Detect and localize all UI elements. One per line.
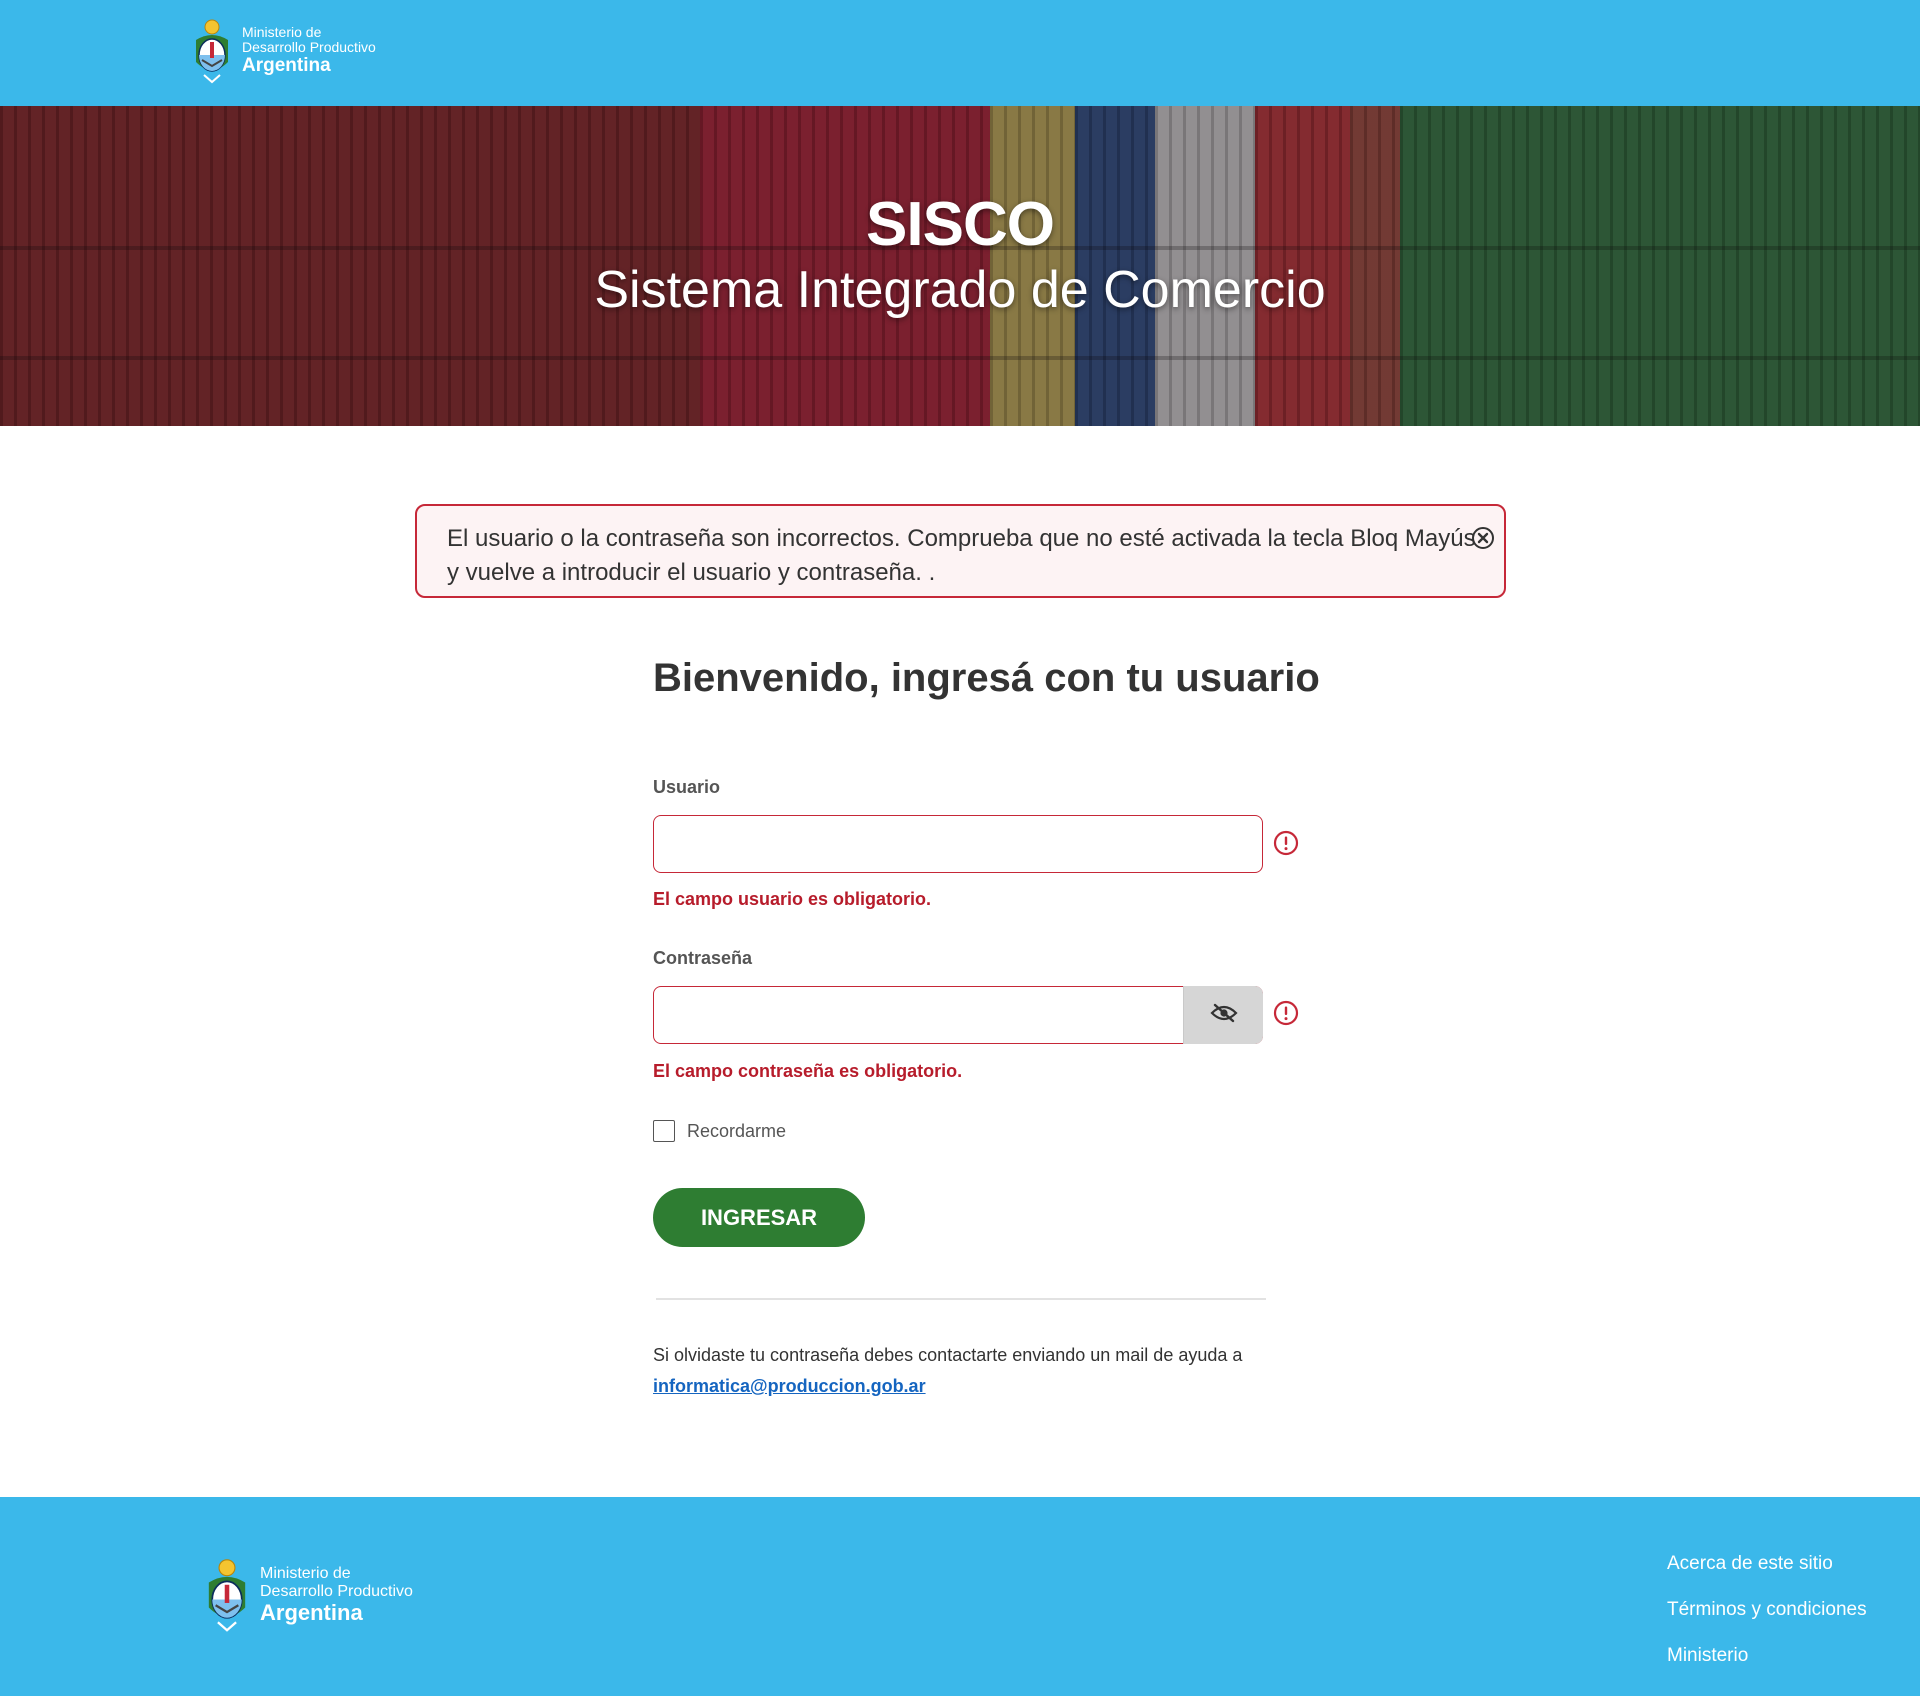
- footer-nav: Acerca de este sitio Términos y condicio…: [1667, 1541, 1867, 1679]
- exclamation-circle-icon: [1273, 1000, 1299, 1026]
- footer-link-ministry[interactable]: Ministerio: [1667, 1633, 1867, 1679]
- remember-me: Recordarme: [653, 1120, 786, 1142]
- remember-checkbox[interactable]: [653, 1120, 675, 1142]
- footer-link-about[interactable]: Acerca de este sitio: [1667, 1541, 1867, 1587]
- password-field-wrapper: [653, 986, 1263, 1044]
- footer-ministry-logo[interactable]: Ministerio de Desarrollo Productivo Arge…: [202, 1557, 413, 1633]
- login-button[interactable]: INGRESAR: [653, 1188, 865, 1247]
- exclamation-circle-icon: [1273, 830, 1299, 856]
- error-alert: El usuario o la contraseña son incorrect…: [415, 504, 1506, 598]
- app-title: SISCO: [866, 190, 1055, 259]
- welcome-heading: Bienvenido, ingresá con tu usuario: [653, 656, 1320, 700]
- coat-of-arms-icon: [190, 18, 234, 84]
- help-text: Si olvidaste tu contraseña debes contact…: [653, 1340, 1273, 1402]
- remember-label[interactable]: Recordarme: [687, 1121, 786, 1142]
- username-input[interactable]: [654, 816, 1262, 872]
- divider: [656, 1298, 1266, 1300]
- close-circle-icon[interactable]: [1471, 526, 1495, 550]
- site-footer: Ministerio de Desarrollo Productivo Arge…: [0, 1497, 1920, 1696]
- logo-line-3: Argentina: [242, 55, 331, 77]
- coat-of-arms-icon: [202, 1557, 252, 1633]
- password-error: El campo contraseña es obligatorio.: [653, 1061, 963, 1081]
- eye-slash-icon: [1209, 1003, 1238, 1028]
- footer-logo-line-1: Ministerio de: [260, 1565, 351, 1583]
- logo-line-1: Ministerio de: [242, 24, 322, 41]
- password-label: Contraseña: [653, 948, 753, 968]
- footer-logo-line-2: Desarrollo Productivo: [260, 1582, 413, 1600]
- hero-banner: SISCO Sistema Integrado de Comercio: [0, 106, 1920, 426]
- top-header: Ministerio de Desarrollo Productivo Arge…: [0, 0, 1920, 106]
- footer-link-terms[interactable]: Términos y condiciones: [1667, 1587, 1867, 1633]
- footer-logo-line-3: Argentina: [260, 1599, 363, 1625]
- ministry-logo[interactable]: Ministerio de Desarrollo Productivo Arge…: [190, 18, 376, 84]
- alert-message: El usuario o la contraseña son incorrect…: [447, 525, 1476, 586]
- username-label: Usuario: [653, 777, 721, 797]
- username-error: El campo usuario es obligatorio.: [653, 889, 932, 909]
- logo-line-2: Desarrollo Productivo: [242, 39, 376, 56]
- password-input[interactable]: [654, 987, 1182, 1043]
- help-message: Si olvidaste tu contraseña debes contact…: [653, 1345, 1243, 1365]
- username-field-wrapper: [653, 815, 1263, 873]
- app-subtitle: Sistema Integrado de Comercio: [594, 261, 1326, 319]
- help-email-link[interactable]: informatica@produccion.gob.ar: [653, 1376, 926, 1396]
- toggle-password-button[interactable]: [1183, 986, 1263, 1044]
